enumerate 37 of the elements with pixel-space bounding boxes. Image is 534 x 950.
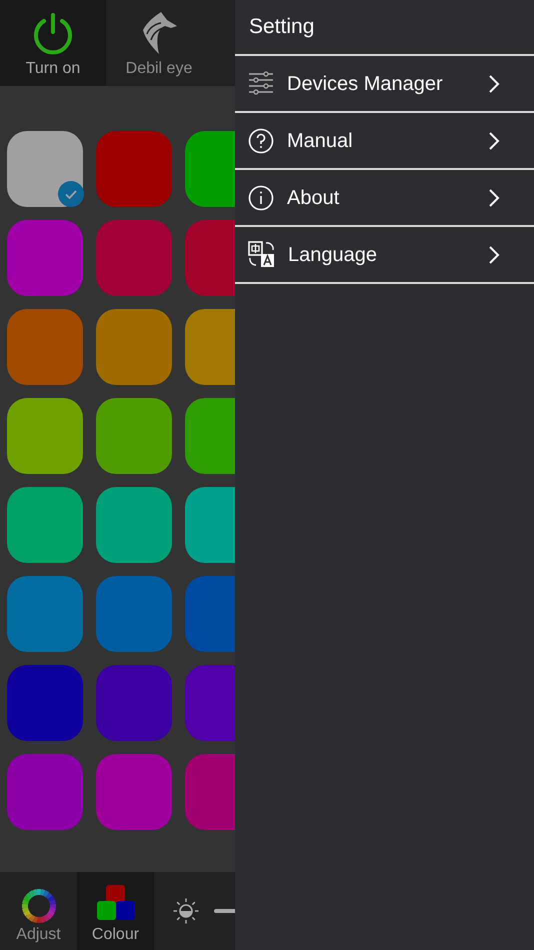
color-swatch[interactable] [96, 220, 172, 296]
color-swatch[interactable] [7, 576, 83, 652]
chevron-right-icon [488, 74, 500, 94]
color-swatch[interactable] [7, 487, 83, 563]
chevron-right-icon [488, 244, 500, 264]
sliders-icon [248, 70, 274, 96]
color-swatch[interactable] [96, 131, 172, 207]
color-swatch[interactable] [7, 754, 83, 830]
color-swatch[interactable] [7, 309, 83, 385]
color-swatch[interactable] [96, 665, 172, 741]
color-wheel-icon [20, 888, 56, 924]
info-icon [248, 184, 274, 210]
color-swatch[interactable] [96, 487, 172, 563]
chevron-right-icon [488, 188, 500, 208]
help-icon [248, 128, 274, 154]
color-swatch[interactable] [96, 398, 172, 474]
drawer-title: Setting [249, 14, 314, 40]
menu-item[interactable]: About [235, 170, 534, 227]
top-tab[interactable]: Turn on [0, 0, 106, 86]
top-tab[interactable]: Debil eye [106, 0, 212, 86]
color-swatch[interactable] [7, 665, 83, 741]
power-icon [31, 12, 75, 56]
check-icon [58, 181, 84, 207]
translate-icon [248, 241, 275, 268]
color-swatch[interactable] [96, 309, 172, 385]
color-swatch[interactable] [7, 398, 83, 474]
color-swatch[interactable] [7, 131, 83, 207]
menu-item[interactable]: Devices Manager [235, 56, 534, 113]
color-swatch[interactable] [96, 754, 172, 830]
bottom-tab[interactable]: Adjust [0, 872, 77, 950]
chevron-right-icon [488, 130, 500, 150]
brightness-icon [172, 897, 200, 925]
color-swatch[interactable] [96, 576, 172, 652]
color-swatch[interactable] [7, 220, 83, 296]
menu-item[interactable]: Language [235, 227, 534, 284]
menu-item[interactable]: Manual [235, 113, 534, 170]
bottom-tab[interactable]: Colour [77, 872, 154, 950]
